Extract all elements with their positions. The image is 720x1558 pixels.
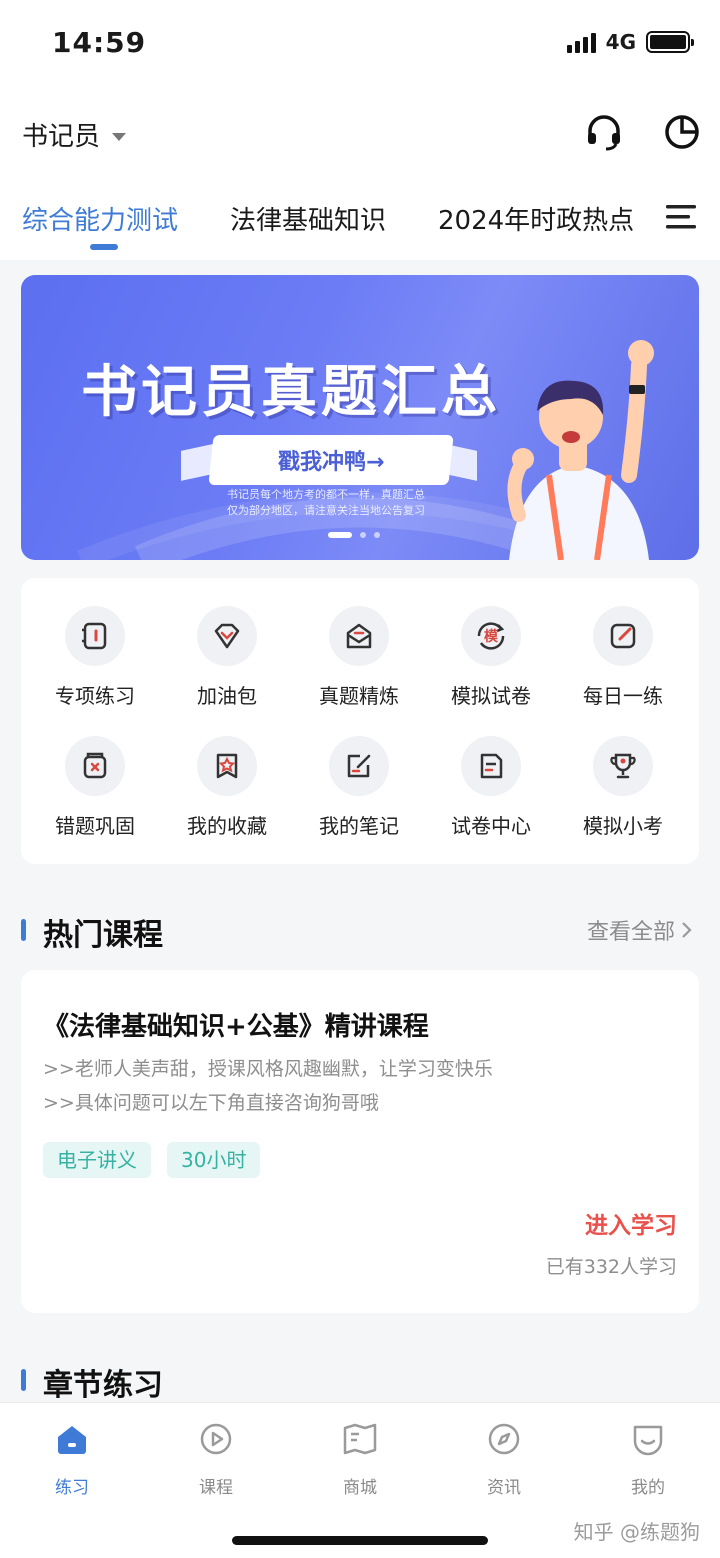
caret-down-icon xyxy=(112,132,127,141)
feature-label: 错题巩固 xyxy=(55,814,135,838)
feature-label: 试卷中心 xyxy=(451,814,531,838)
course-tag: 30小时 xyxy=(167,1142,261,1178)
tabbar-label: 资讯 xyxy=(487,1478,521,1498)
feature-mock-quiz[interactable]: 模拟小考 xyxy=(563,736,683,839)
course-desc-line: >>老师人美声甜，授课风格风趣幽默，让学习变快乐 xyxy=(43,1058,493,1080)
wrong-question-icon xyxy=(65,736,125,796)
banner-title: 书记员真题汇总 xyxy=(81,360,501,425)
subject-tabs: 综合能力测试 法律基础知识 2024年时政热点 xyxy=(0,180,720,260)
chevron-right-icon xyxy=(682,922,692,938)
feature-real-questions[interactable]: 真题精炼 xyxy=(299,606,419,709)
hot-courses-header: 热门课程 查看全部 xyxy=(21,910,699,953)
tabbar-label: 商城 xyxy=(343,1478,377,1498)
see-all-link[interactable]: 查看全部 xyxy=(587,914,693,946)
tabbar-store[interactable]: 商城 xyxy=(320,1421,400,1498)
compass-icon xyxy=(488,1423,520,1455)
tabbar-courses[interactable]: 课程 xyxy=(176,1421,256,1498)
section-title: 章节练习 xyxy=(43,1368,163,1403)
chapter-practice-header: 章节练习 xyxy=(21,1360,699,1403)
section-accent-bar xyxy=(21,919,26,941)
tabbar-label: 我的 xyxy=(631,1478,665,1498)
course-title: 《法律基础知识+公基》精讲课程 xyxy=(43,1012,429,1042)
watermark: 知乎 @练题狗 xyxy=(573,1520,700,1544)
envelope-icon xyxy=(329,606,389,666)
banner-cta[interactable]: 戳我冲鸭→ xyxy=(208,435,454,485)
status-bar: 14:59 4G xyxy=(0,0,720,90)
section-title: 热门课程 xyxy=(43,918,163,953)
paper-icon xyxy=(461,736,521,796)
tabbar-news[interactable]: 资讯 xyxy=(464,1421,544,1498)
feature-favorites[interactable]: 我的收藏 xyxy=(167,736,287,839)
exam-name: 书记员 xyxy=(22,122,101,152)
tab-current-affairs[interactable]: 2024年时政热点 xyxy=(438,200,634,237)
cheering-person-illustration xyxy=(507,340,654,560)
mock-exam-icon: 模 xyxy=(461,606,521,666)
tabbar-label: 练习 xyxy=(55,1478,89,1498)
course-card[interactable]: 《法律基础知识+公基》精讲课程 >>老师人美声甜，授课风格风趣幽默，让学习变快乐… xyxy=(21,970,699,1313)
carousel-dots[interactable] xyxy=(328,532,380,538)
feature-label: 我的收藏 xyxy=(187,814,267,838)
note-edit-icon xyxy=(329,736,389,796)
play-icon xyxy=(200,1423,232,1455)
promo-banner[interactable]: 书记员真题汇总 戳我冲鸭→ 书记员每个地方考的都不一样，真题汇总仅为部分地区，请… xyxy=(21,275,699,560)
feature-notes[interactable]: 我的笔记 xyxy=(299,736,419,839)
see-all-label: 查看全部 xyxy=(586,920,675,945)
gem-icon xyxy=(197,606,257,666)
tab-comprehensive[interactable]: 综合能力测试 xyxy=(22,200,178,237)
feature-label: 我的笔记 xyxy=(319,814,399,838)
course-desc-line: >>具体问题可以左下角直接咨询狗哥哦 xyxy=(43,1092,379,1114)
feature-label: 专项练习 xyxy=(55,684,135,708)
star-bookmark-icon xyxy=(197,736,257,796)
home-indicator[interactable] xyxy=(232,1536,488,1545)
banner-cta-label: 戳我冲鸭→ xyxy=(277,450,385,475)
feature-boost-pack[interactable]: 加油包 xyxy=(167,606,287,709)
home-icon xyxy=(58,1426,86,1454)
feature-label: 加油包 xyxy=(197,684,257,708)
feature-label: 模拟试卷 xyxy=(451,684,531,708)
signal-icon xyxy=(566,31,596,53)
feature-wrong-questions[interactable]: 错题巩固 xyxy=(35,736,155,839)
edit-icon xyxy=(593,606,653,666)
feature-label: 真题精炼 xyxy=(319,684,399,708)
trophy-icon xyxy=(593,736,653,796)
exam-selector[interactable]: 书记员 xyxy=(22,116,127,153)
status-time: 14:59 xyxy=(52,26,147,59)
profile-icon xyxy=(633,1425,663,1456)
pie-chart-icon[interactable] xyxy=(662,112,702,152)
feature-label: 每日一练 xyxy=(583,684,663,708)
network-type: 4G xyxy=(605,30,636,54)
book-open-icon xyxy=(343,1423,377,1455)
active-tab-indicator xyxy=(90,244,118,250)
enter-study-button[interactable]: 进入学习 xyxy=(585,1206,677,1240)
feature-mock-exam[interactable]: 模 模拟试卷 xyxy=(431,606,551,709)
banner-note: 书记员每个地方考的都不一样，真题汇总仅为部分地区，请注意关注当地公告复习 xyxy=(227,488,425,517)
status-indicators: 4G xyxy=(566,30,694,54)
tab-law-basics[interactable]: 法律基础知识 xyxy=(230,200,386,237)
mock-exam-glyph: 模 xyxy=(484,628,499,645)
feature-label: 模拟小考 xyxy=(583,814,663,838)
headset-icon[interactable] xyxy=(584,112,624,152)
feature-special-practice[interactable]: 专项练习 xyxy=(35,606,155,709)
tabbar-label: 课程 xyxy=(199,1478,233,1498)
notebook-icon xyxy=(65,606,125,666)
feature-daily-practice[interactable]: 每日一练 xyxy=(563,606,683,709)
learner-count: 已有332人学习 xyxy=(545,1256,677,1278)
feature-paper-center[interactable]: 试卷中心 xyxy=(431,736,551,839)
tabbar-practice[interactable]: 练习 xyxy=(32,1421,112,1498)
course-tag: 电子讲义 xyxy=(43,1142,151,1178)
tabbar-mine[interactable]: 我的 xyxy=(608,1421,688,1498)
feature-grid: 专项练习 加油包 真题精炼 模 模拟试卷 每日一练 错题巩固 我的收藏 我的笔记… xyxy=(21,578,699,864)
menu-icon[interactable] xyxy=(666,204,698,230)
battery-icon xyxy=(646,31,694,53)
app-header: 书记员 xyxy=(0,90,720,180)
section-accent-bar xyxy=(21,1369,26,1391)
